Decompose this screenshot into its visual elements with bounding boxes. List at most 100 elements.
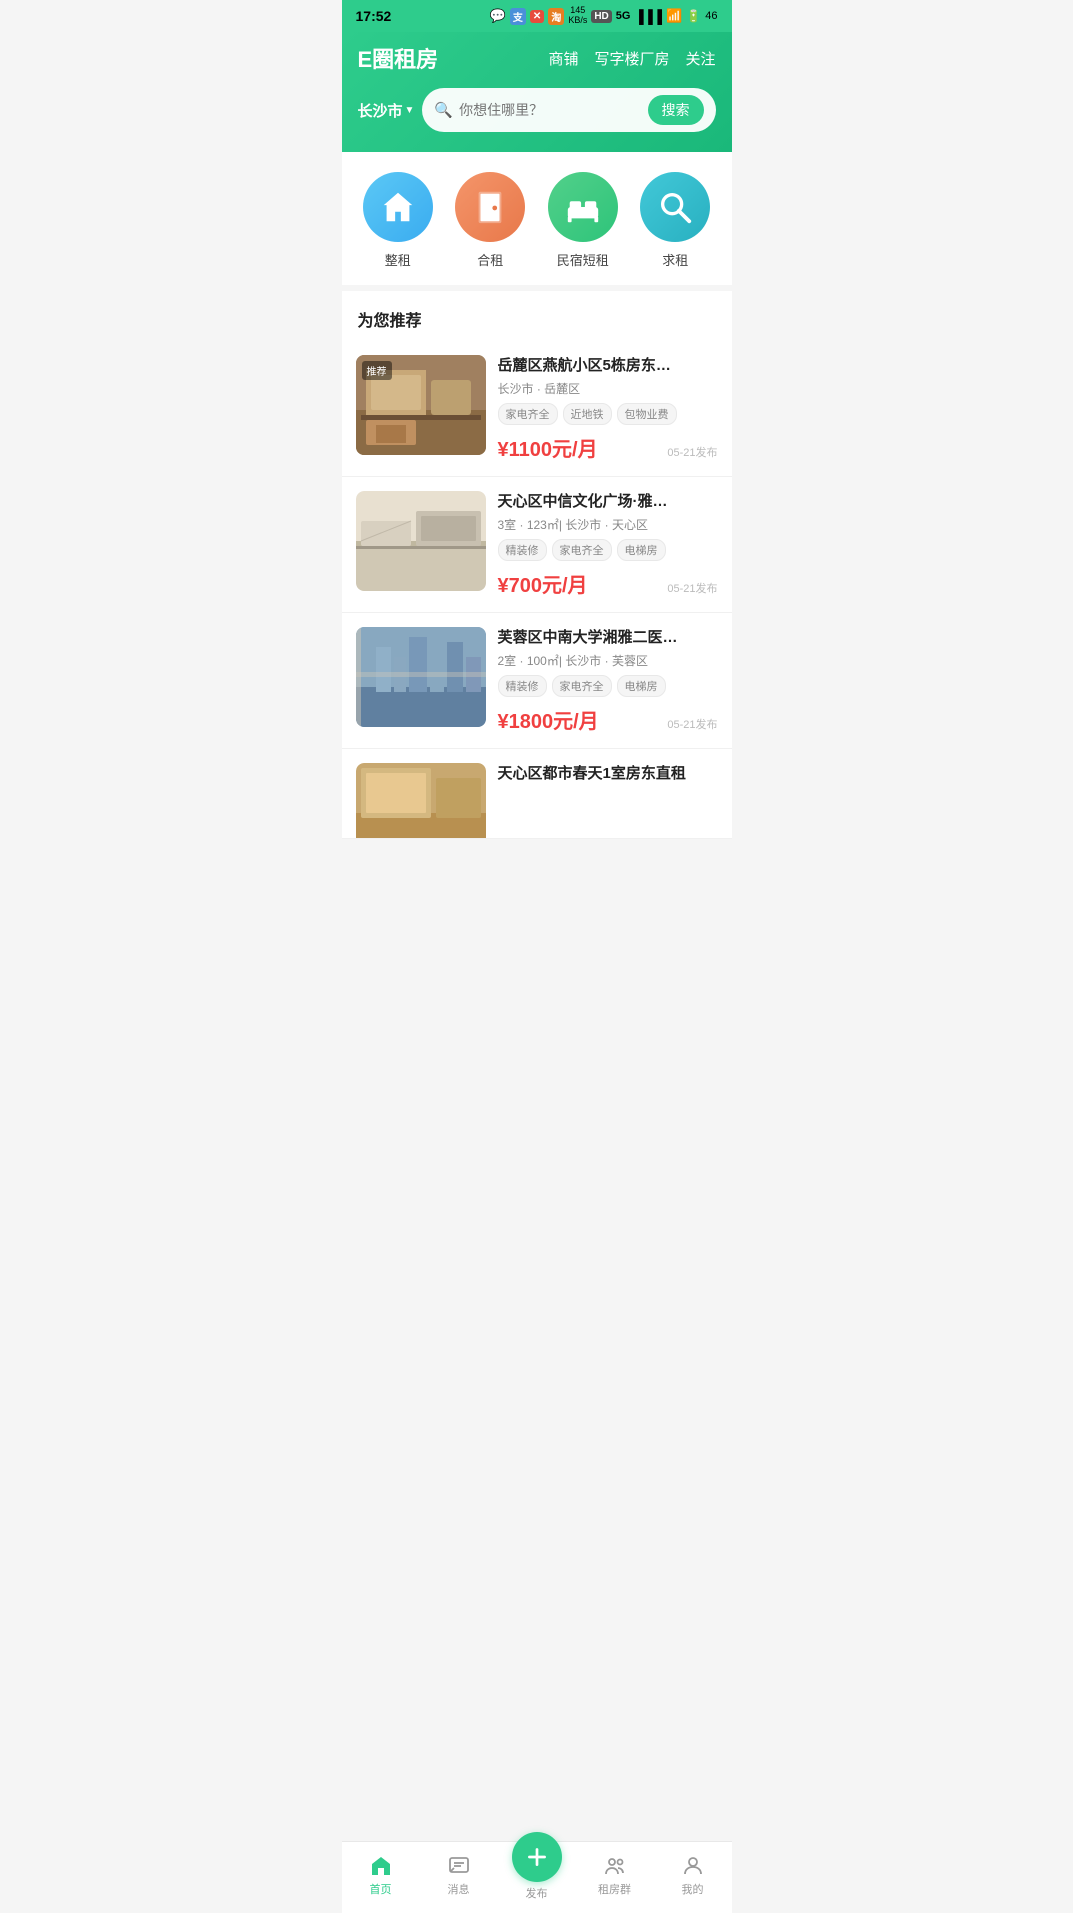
tag: 精装修 <box>498 539 547 561</box>
minsu-icon-wrap <box>548 172 618 242</box>
listing-image-2 <box>356 491 486 591</box>
minsu-label: 民宿短租 <box>557 250 609 269</box>
search-bar: 🔍 搜索 <box>422 88 715 132</box>
nav-item-message[interactable]: 消息 <box>429 1854 489 1897</box>
listing-info-2: 天心区中信文化广场·雅… 3室 · 123㎡| 长沙市 · 天心区 精装修 家电… <box>498 491 718 598</box>
zhengzu-icon-wrap <box>363 172 433 242</box>
signal-bars-icon: ▐▐▐ <box>634 9 662 24</box>
tag: 近地铁 <box>563 403 612 425</box>
tag: 家电齐全 <box>498 403 558 425</box>
message-nav-icon <box>447 1854 471 1878</box>
hezu-icon-wrap <box>455 172 525 242</box>
tag: 电梯房 <box>617 675 666 697</box>
5g-icon: 5G <box>616 10 631 22</box>
category-zhengzu[interactable]: 整租 <box>363 172 433 269</box>
wifi-icon: 📶 <box>666 8 682 24</box>
qiuzu-label: 求租 <box>662 250 688 269</box>
battery-icon: 🔋 <box>686 9 701 23</box>
listing-location-3: 2室 · 100㎡| 长沙市 · 芙蓉区 <box>498 652 718 669</box>
chevron-down-icon: ▼ <box>405 105 415 116</box>
search-magnify-icon <box>656 188 694 226</box>
battery-level: 46 <box>705 10 717 22</box>
listing-tags-3: 精装修 家电齐全 电梯房 <box>498 675 718 697</box>
door-icon <box>471 188 509 226</box>
header-search: 长沙市 ▼ 🔍 搜索 <box>358 88 716 132</box>
listing-title-3: 芙蓉区中南大学湘雅二医… <box>498 627 718 648</box>
bottom-nav: 首页 消息 发布 租房群 我 <box>342 1841 732 1913</box>
listing-image-4 <box>356 763 486 839</box>
nav-label-publish: 发布 <box>526 1885 548 1901</box>
bed-icon <box>564 188 602 226</box>
listing-price-row-3: ¥1800元/月 05-21发布 <box>498 705 718 734</box>
listing-title-4: 天心区都市春天1室房东直租 <box>498 763 718 784</box>
listing-image-1: 推荐 <box>356 355 486 455</box>
listing-title-2: 天心区中信文化广场·雅… <box>498 491 718 512</box>
categories-section: 整租 合租 民宿短租 <box>342 152 732 291</box>
listing-price-3: ¥1800元/月 <box>498 705 599 734</box>
listing-tags-1: 家电齐全 近地铁 包物业费 <box>498 403 718 425</box>
home-icon <box>379 188 417 226</box>
tag: 家电齐全 <box>552 675 612 697</box>
listing-card[interactable]: 芙蓉区中南大学湘雅二医… 2室 · 100㎡| 长沙市 · 芙蓉区 精装修 家电… <box>342 613 732 749</box>
listing-price-2: ¥700元/月 <box>498 569 588 598</box>
home-nav-icon <box>369 1854 393 1878</box>
section-title: 为您推荐 <box>342 291 732 341</box>
plus-icon <box>524 1844 550 1870</box>
taobao-icon: 淘 <box>548 8 564 25</box>
listing-badge-1: 推荐 <box>362 361 392 380</box>
nav-office[interactable]: 写字楼厂房 <box>594 48 669 69</box>
app-title: E圈租房 <box>358 42 439 74</box>
listing-info-4: 天心区都市春天1室房东直租 <box>498 763 718 824</box>
search-input[interactable] <box>459 102 641 118</box>
header-top: E圈租房 商铺 写字楼厂房 关注 <box>358 42 716 74</box>
listing-image-3 <box>356 627 486 727</box>
listing-date-1: 05-21发布 <box>667 444 717 460</box>
search-icon: 🔍 <box>434 101 453 119</box>
nav-item-publish[interactable]: 发布 <box>507 1850 567 1901</box>
city-name: 长沙市 <box>358 100 403 121</box>
listing-date-2: 05-21发布 <box>667 580 717 596</box>
status-icons: 💬 支 ✕ 淘 145KB/s HD 5G ▐▐▐ 📶 🔋 46 <box>490 6 718 26</box>
listing-title-1: 岳麓区燕航小区5栋房东… <box>498 355 718 376</box>
listing-price-row-2: ¥700元/月 05-21发布 <box>498 569 718 598</box>
listing-card[interactable]: 天心区都市春天1室房东直租 <box>342 749 732 839</box>
qiuzu-icon-wrap <box>640 172 710 242</box>
category-qiuzu[interactable]: 求租 <box>640 172 710 269</box>
recommend-section: 为您推荐 推荐 <box>342 291 732 839</box>
alipay-icon: 支 <box>510 8 526 25</box>
nav-item-home[interactable]: 首页 <box>351 1854 411 1897</box>
listing-location-2: 3室 · 123㎡| 长沙市 · 天心区 <box>498 516 718 533</box>
listing-location-1: 长沙市 · 岳麓区 <box>498 380 718 397</box>
category-hezu[interactable]: 合租 <box>455 172 525 269</box>
listing-tags-2: 精装修 家电齐全 电梯房 <box>498 539 718 561</box>
city-selector[interactable]: 长沙市 ▼ <box>358 100 415 121</box>
user-nav-icon <box>681 1854 705 1878</box>
search-button[interactable]: 搜索 <box>648 95 704 125</box>
nav-label-mine: 我的 <box>682 1881 704 1897</box>
status-time: 17:52 <box>356 8 392 24</box>
nav-item-group[interactable]: 租房群 <box>585 1854 645 1897</box>
kb-speed: 145KB/s <box>568 6 587 26</box>
listing-info-1: 岳麓区燕航小区5栋房东… 长沙市 · 岳麓区 家电齐全 近地铁 包物业费 ¥11… <box>498 355 718 462</box>
listing-card[interactable]: 天心区中信文化广场·雅… 3室 · 123㎡| 长沙市 · 天心区 精装修 家电… <box>342 477 732 613</box>
header: E圈租房 商铺 写字楼厂房 关注 长沙市 ▼ 🔍 搜索 <box>342 32 732 152</box>
tag: 电梯房 <box>617 539 666 561</box>
chat-icon: 💬 <box>490 8 506 24</box>
nav-shop[interactable]: 商铺 <box>548 48 578 69</box>
hezu-label: 合租 <box>477 250 503 269</box>
content: 整租 合租 民宿短租 <box>342 152 732 909</box>
listing-date-3: 05-21发布 <box>667 716 717 732</box>
tag: 家电齐全 <box>552 539 612 561</box>
nav-label-home: 首页 <box>370 1881 392 1897</box>
publish-button[interactable] <box>512 1832 562 1882</box>
category-minsu[interactable]: 民宿短租 <box>548 172 618 269</box>
listing-price-1: ¥1100元/月 <box>498 433 598 462</box>
zhengzu-label: 整租 <box>385 250 411 269</box>
nav-item-mine[interactable]: 我的 <box>663 1854 723 1897</box>
listing-price-row-1: ¥1100元/月 05-21发布 <box>498 433 718 462</box>
listing-info-3: 芙蓉区中南大学湘雅二医… 2室 · 100㎡| 长沙市 · 芙蓉区 精装修 家电… <box>498 627 718 734</box>
nav-label-message: 消息 <box>448 1881 470 1897</box>
nav-follow[interactable]: 关注 <box>685 48 715 69</box>
tag: 精装修 <box>498 675 547 697</box>
listing-card[interactable]: 推荐 岳麓区燕航小区5栋房东… 长沙市 · 岳麓区 家电齐全 近地铁 包物业费 … <box>342 341 732 477</box>
